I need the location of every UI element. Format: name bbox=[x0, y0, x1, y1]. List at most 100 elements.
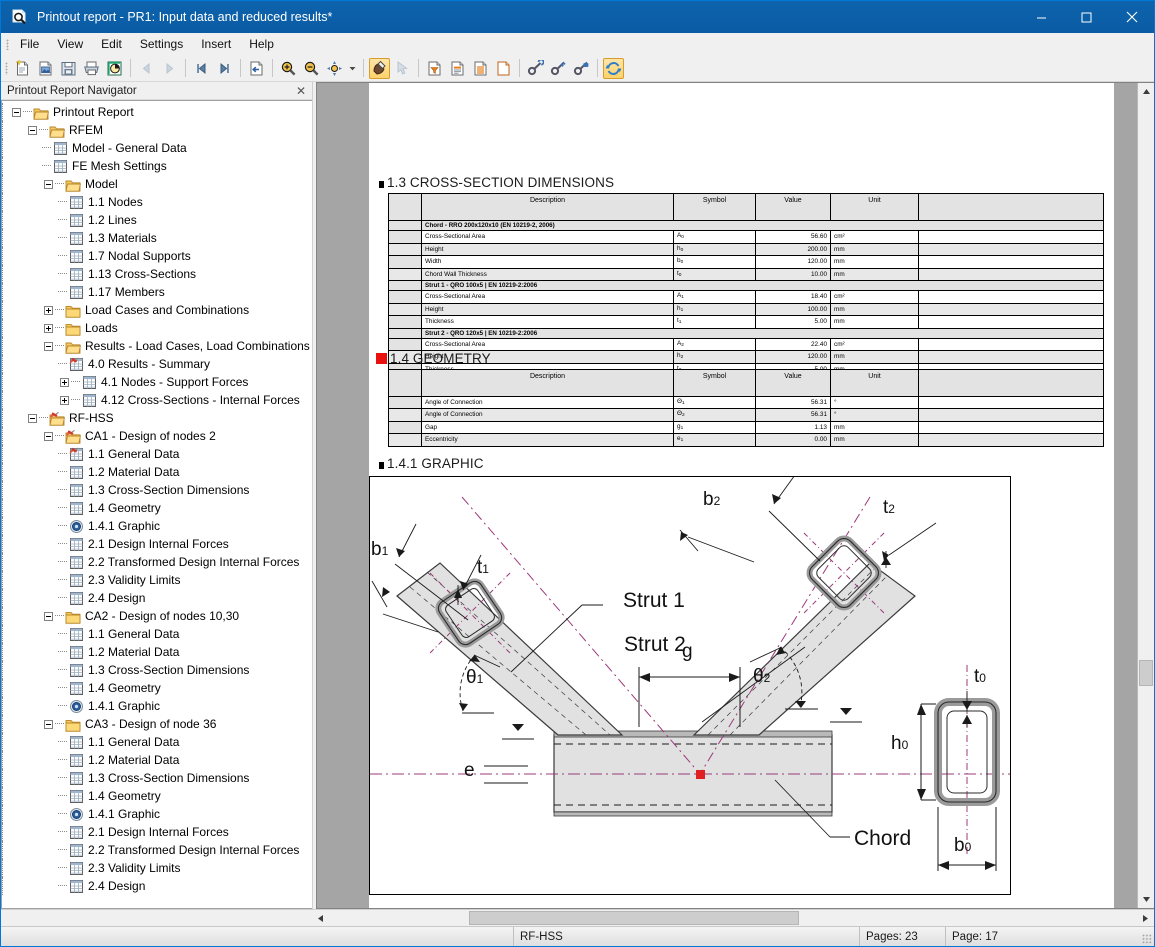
menu-settings[interactable]: Settings bbox=[131, 35, 192, 54]
tree-item[interactable]: Model - General Data bbox=[2, 139, 312, 157]
tree-toggle[interactable] bbox=[42, 319, 55, 337]
tree-toggle[interactable] bbox=[58, 373, 71, 391]
tree-item[interactable]: 1.1 General Data bbox=[2, 445, 312, 463]
tree-item[interactable]: 2.4 Design bbox=[2, 589, 312, 607]
document-scroll-area[interactable]: 1.3 CROSS-SECTION DIMENSIONS Description bbox=[317, 83, 1137, 908]
last-page-icon[interactable] bbox=[214, 58, 235, 79]
tree-item[interactable]: 2.4 Design bbox=[2, 877, 312, 895]
tree-toggle[interactable] bbox=[26, 409, 39, 427]
tree-item[interactable]: CA2 - Design of nodes 10,30 bbox=[2, 607, 312, 625]
export-icon[interactable] bbox=[246, 58, 267, 79]
tree-item[interactable]: 1.2 Material Data bbox=[2, 643, 312, 661]
chevron-down-icon[interactable] bbox=[1138, 891, 1154, 908]
tree-item[interactable]: Printout Report bbox=[2, 103, 312, 121]
tree-item[interactable]: 2.3 Validity Limits bbox=[2, 859, 312, 877]
tree-item[interactable]: 2.1 Design Internal Forces bbox=[2, 535, 312, 553]
tree-item[interactable]: 1.4 Geometry bbox=[2, 679, 312, 697]
tree-item[interactable]: 1.1 General Data bbox=[2, 733, 312, 751]
tree-item[interactable]: Model bbox=[2, 175, 312, 193]
zoom-in-icon[interactable] bbox=[278, 58, 299, 79]
menu-view[interactable]: View bbox=[48, 35, 92, 54]
resize-grip-icon[interactable] bbox=[1138, 927, 1154, 946]
document-horizontal-scrollbar[interactable] bbox=[312, 910, 1154, 926]
tree-item[interactable]: 2.3 Validity Limits bbox=[2, 571, 312, 589]
tree-item[interactable]: 1.1 Nodes bbox=[2, 193, 312, 211]
tree-item[interactable]: 4.1 Nodes - Support Forces bbox=[2, 373, 312, 391]
tree-toggle[interactable] bbox=[42, 607, 55, 625]
blank-page-icon[interactable] bbox=[493, 58, 514, 79]
print-icon[interactable] bbox=[81, 58, 102, 79]
tree-item[interactable]: 1.2 Material Data bbox=[2, 463, 312, 481]
table-cross-section-dimensions[interactable]: Description Symbol Value Unit Chord - RR… bbox=[388, 193, 1104, 377]
tree-item[interactable]: RFEM bbox=[2, 121, 312, 139]
key-icon[interactable] bbox=[548, 58, 569, 79]
menu-edit[interactable]: Edit bbox=[92, 35, 131, 54]
tree-item[interactable]: 1.4 Geometry bbox=[2, 499, 312, 517]
refresh-icon[interactable] bbox=[603, 57, 624, 79]
tree-item[interactable]: 2.2 Transformed Design Internal Forces bbox=[2, 841, 312, 859]
menu-file[interactable]: File bbox=[11, 35, 48, 54]
v-scroll-thumb[interactable] bbox=[1139, 660, 1153, 686]
tree-item[interactable]: 4.0 Results - Summary bbox=[2, 355, 312, 373]
h-scroll-thumb[interactable] bbox=[469, 911, 799, 925]
tree-item[interactable]: 1.3 Cross-Section Dimensions bbox=[2, 769, 312, 787]
tree-toggle[interactable] bbox=[42, 301, 55, 319]
section-marker-graphic[interactable] bbox=[379, 462, 384, 469]
tree-item[interactable]: 1.3 Cross-Section Dimensions bbox=[2, 481, 312, 499]
close-icon[interactable]: ✕ bbox=[294, 84, 308, 98]
tree-item[interactable]: CA1 - Design of nodes 2 bbox=[2, 427, 312, 445]
chevron-up-icon[interactable] bbox=[1138, 83, 1154, 100]
section-marker-geometry[interactable] bbox=[376, 353, 387, 364]
menu-help[interactable]: Help bbox=[240, 35, 283, 54]
tree-item[interactable]: 2.1 Design Internal Forces bbox=[2, 823, 312, 841]
tree-item[interactable]: Loads bbox=[2, 319, 312, 337]
page-header-icon[interactable] bbox=[447, 58, 468, 79]
tree-toggle[interactable] bbox=[26, 121, 39, 139]
menu-insert[interactable]: Insert bbox=[192, 35, 240, 54]
print-preview-icon[interactable] bbox=[104, 58, 125, 79]
tree-toggle[interactable] bbox=[10, 103, 23, 121]
tree-item[interactable]: 1.2 Lines bbox=[2, 211, 312, 229]
tree-toggle[interactable] bbox=[42, 715, 55, 733]
tree-item[interactable]: 1.7 Nodal Supports bbox=[2, 247, 312, 265]
tree-item[interactable]: 1.4.1 Graphic bbox=[2, 517, 312, 535]
v-scroll-track[interactable] bbox=[1138, 100, 1154, 891]
save-icon[interactable] bbox=[58, 58, 79, 79]
pointer-select-icon[interactable] bbox=[392, 58, 413, 79]
document-vertical-scrollbar[interactable] bbox=[1137, 83, 1154, 908]
tree-toggle[interactable] bbox=[42, 337, 55, 355]
h-scroll-track[interactable] bbox=[329, 910, 1137, 926]
arrow-left-icon[interactable] bbox=[136, 58, 157, 79]
tree-item[interactable]: 4.12 Cross-Sections - Internal Forces bbox=[2, 391, 312, 409]
maximize-button[interactable] bbox=[1064, 1, 1109, 33]
open-report-icon[interactable] bbox=[35, 58, 56, 79]
tree-item[interactable]: RF-HSS bbox=[2, 409, 312, 427]
tree-item[interactable]: FE Mesh Settings bbox=[2, 157, 312, 175]
table-geometry[interactable]: Description Symbol Value Unit Angle of C… bbox=[388, 369, 1104, 447]
zoom-fit-icon[interactable] bbox=[324, 58, 345, 79]
first-page-icon[interactable] bbox=[191, 58, 212, 79]
tree-item[interactable]: 1.4 Geometry bbox=[2, 787, 312, 805]
tree-item[interactable]: 1.3 Materials bbox=[2, 229, 312, 247]
chevron-left-icon[interactable] bbox=[312, 910, 329, 926]
navigator-tree[interactable]: Printout Report RFEM Model - General Data F… bbox=[1, 100, 312, 909]
tree-toggle[interactable] bbox=[42, 427, 55, 445]
tree-item[interactable]: 1.4.1 Graphic bbox=[2, 697, 312, 715]
arrow-right-icon[interactable] bbox=[159, 58, 180, 79]
unlock-icon[interactable] bbox=[525, 58, 546, 79]
hand-pan-icon[interactable] bbox=[369, 57, 390, 79]
tree-item[interactable]: 1.17 Members bbox=[2, 283, 312, 301]
tree-item[interactable]: 1.13 Cross-Sections bbox=[2, 265, 312, 283]
chevron-down-icon[interactable] bbox=[347, 58, 358, 79]
toolbar-grip-handle[interactable] bbox=[3, 58, 10, 78]
tree-item[interactable]: Results - Load Cases, Load Combinations bbox=[2, 337, 312, 355]
tree-toggle[interactable] bbox=[58, 391, 71, 409]
section-marker-cross-section-dimensions[interactable] bbox=[379, 181, 384, 188]
lock-icon[interactable] bbox=[571, 58, 592, 79]
menu-grip-handle[interactable] bbox=[3, 35, 11, 53]
tree-item[interactable]: 1.1 General Data bbox=[2, 625, 312, 643]
chevron-right-icon[interactable] bbox=[1137, 910, 1154, 926]
tree-item[interactable]: CA3 - Design of node 36 bbox=[2, 715, 312, 733]
connection-graphic[interactable]: Strut 1 Strut 2 Chord b1 t1 θ1 b2 t2 θ2 … bbox=[369, 476, 1011, 895]
tree-item[interactable]: 1.2 Material Data bbox=[2, 751, 312, 769]
